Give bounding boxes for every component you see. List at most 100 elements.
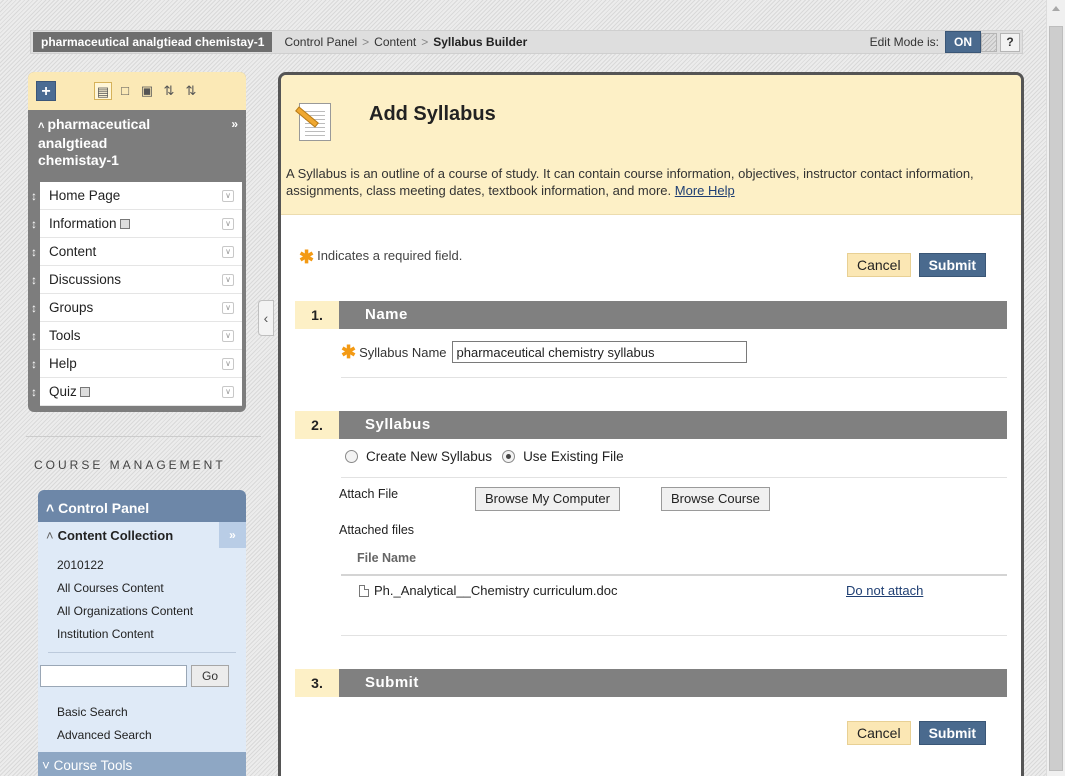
menu-item-label[interactable]: Discussions [40, 272, 222, 287]
go-button[interactable]: Go [191, 665, 229, 687]
menu-item-label[interactable]: Information [40, 216, 222, 231]
menu-item-label[interactable]: Tools [40, 328, 222, 343]
course-menu: + ▤ □ ▣ ⇅ ⇅ ˄ pharmaceutical analgtiead c… [28, 72, 246, 412]
table-row: Ph._Analytical__Chemistry curriculum.doc [359, 583, 617, 598]
hidden-item-icon [119, 219, 130, 229]
create-new-label[interactable]: Create New Syllabus [366, 449, 492, 464]
drag-handle-icon[interactable]: ↕ [28, 182, 40, 210]
help-button[interactable]: ? [1000, 32, 1020, 52]
use-existing-radio[interactable] [502, 450, 516, 463]
content-collection-title: Content Collection [57, 527, 174, 543]
create-new-radio[interactable] [345, 450, 358, 463]
menu-item-content[interactable]: ↕ Content ∨ [28, 238, 246, 266]
drag-handle-icon[interactable]: ↕ [28, 350, 40, 378]
menu-item-label[interactable]: Content [40, 244, 222, 259]
content-collection-links: 2010122 All Courses Content All Organiza… [38, 548, 246, 646]
advanced-search-link[interactable]: Advanced Search [57, 724, 246, 747]
collection-link[interactable]: All Courses Content [57, 577, 246, 600]
course-tools-header[interactable]: ˅ Course Tools [38, 752, 246, 776]
vertical-scrollbar[interactable] [1046, 0, 1065, 776]
menu-item-quiz[interactable]: ↕ Quiz ∨ [28, 378, 246, 406]
chevron-down-icon[interactable]: ∨ [222, 217, 234, 230]
list-view-icon[interactable]: ▤ [94, 82, 112, 100]
menu-item-label[interactable]: Help [40, 356, 222, 371]
required-field-note: ✱ Indicates a required field. [299, 247, 462, 268]
add-menu-item-button[interactable]: + [36, 81, 56, 101]
menu-item-information[interactable]: ↕ Information ∨ [28, 210, 246, 238]
syllabus-name-input[interactable] [451, 341, 747, 363]
control-panel: ˄ Control Panel ˄ Content Collection » 20… [38, 490, 246, 776]
cancel-button[interactable]: Cancel [847, 253, 911, 277]
menu-item-groups[interactable]: ↕ Groups ∨ [28, 294, 246, 322]
breadcrumb-control-panel[interactable]: Control Panel [284, 35, 357, 49]
content-collection-header[interactable]: ˄ Content Collection » [38, 522, 246, 548]
drag-handle-icon[interactable]: ↕ [28, 238, 40, 266]
course-menu-list: ↕ Home Page ∨ ↕ Information ∨ ↕ Content ∨ ↕… [28, 182, 246, 406]
menu-item-help[interactable]: ↕ Help ∨ [28, 350, 246, 378]
menu-item-home-page[interactable]: ↕ Home Page ∨ [28, 182, 246, 210]
drag-handle-icon[interactable]: ↕ [28, 266, 40, 294]
required-note-text: Indicates a required field. [317, 248, 463, 263]
page-title: Add Syllabus [369, 103, 496, 125]
chevron-down-icon[interactable]: ∨ [222, 385, 234, 398]
breadcrumb-content[interactable]: Content [374, 35, 416, 49]
page-header: Add Syllabus A Syllabus is an outline of… [281, 75, 1021, 215]
more-help-link[interactable]: More Help [675, 183, 735, 198]
control-panel-title: Control Panel [58, 500, 150, 516]
collection-link[interactable]: Institution Content [57, 623, 246, 646]
collapse-up-icon: ˄ [38, 120, 45, 132]
refresh-icon[interactable]: ⇅ [160, 82, 178, 100]
chevron-down-icon[interactable]: ∨ [222, 329, 234, 342]
use-existing-label[interactable]: Use Existing File [523, 449, 624, 464]
collection-search: Go [38, 653, 246, 687]
basic-search-link[interactable]: Basic Search [57, 701, 246, 724]
edit-mode-off-button[interactable] [981, 32, 997, 52]
course-menu-title[interactable]: ˄ pharmaceutical analgtiead chemistay-1 » [28, 110, 246, 182]
step-number: 1. [295, 301, 339, 329]
folder-view-icon[interactable]: □ [116, 82, 134, 100]
menu-item-label[interactable]: Groups [40, 300, 222, 315]
syllabus-name-row: ✱ Syllabus Name [341, 341, 747, 363]
expand-menu-icon[interactable]: » [231, 116, 238, 133]
edit-mode-toggle-group: Edit Mode is: ON ? [870, 31, 1020, 53]
syllabus-name-label: Syllabus Name [359, 344, 447, 360]
chevron-down-icon[interactable]: ∨ [222, 189, 234, 202]
collection-link[interactable]: 2010122 [57, 554, 246, 577]
drag-handle-icon[interactable]: ↕ [28, 210, 40, 238]
new-window-icon[interactable]: ▣ [138, 82, 156, 100]
description-text: A Syllabus is an outline of a course of … [286, 166, 974, 198]
collection-link[interactable]: All Organizations Content [57, 600, 246, 623]
menu-item-tools[interactable]: ↕ Tools ∨ [28, 322, 246, 350]
browse-course-button[interactable]: Browse Course [661, 487, 770, 511]
control-panel-header[interactable]: ˄ Control Panel [38, 490, 246, 522]
course-name-chip[interactable]: pharmaceutical analgtiead chemistay-1 [33, 32, 273, 52]
chevron-down-icon[interactable]: ∨ [222, 245, 234, 258]
collection-search-input[interactable] [40, 665, 187, 687]
submit-button[interactable]: Submit [918, 721, 987, 745]
menu-view-tools: ▤ □ ▣ ⇅ ⇅ [94, 82, 200, 100]
page-description: A Syllabus is an outline of a course of … [286, 165, 1006, 199]
browse-my-computer-button[interactable]: Browse My Computer [475, 487, 620, 511]
sidebar-divider [26, 436, 261, 437]
menu-item-label[interactable]: Home Page [40, 188, 222, 203]
drag-handle-icon[interactable]: ↕ [28, 294, 40, 322]
menu-item-discussions[interactable]: ↕ Discussions ∨ [28, 266, 246, 294]
breadcrumb: Control Panel > Content > Syllabus Build… [284, 35, 527, 49]
drag-handle-icon[interactable]: ↕ [28, 322, 40, 350]
menu-item-label[interactable]: Quiz [40, 384, 222, 399]
menu-item-text: Quiz [49, 384, 77, 399]
collapse-menu-tab[interactable]: ‹ [258, 300, 274, 336]
cancel-button[interactable]: Cancel [847, 721, 911, 745]
scroll-thumb[interactable] [1049, 26, 1063, 771]
submit-button[interactable]: Submit [918, 253, 987, 277]
chevron-down-icon[interactable]: ∨ [222, 357, 234, 370]
reorder-icon[interactable]: ⇅ [182, 82, 200, 100]
do-not-attach-link[interactable]: Do not attach [846, 583, 923, 598]
attached-file-name: Ph._Analytical__Chemistry curriculum.doc [374, 583, 618, 598]
chevron-down-icon[interactable]: ∨ [222, 301, 234, 314]
expand-icon[interactable]: » [219, 522, 246, 548]
edit-mode-on-button[interactable]: ON [945, 31, 981, 53]
scroll-up-icon[interactable] [1052, 6, 1060, 11]
chevron-down-icon[interactable]: ∨ [222, 273, 234, 286]
drag-handle-icon[interactable]: ↕ [28, 378, 40, 406]
